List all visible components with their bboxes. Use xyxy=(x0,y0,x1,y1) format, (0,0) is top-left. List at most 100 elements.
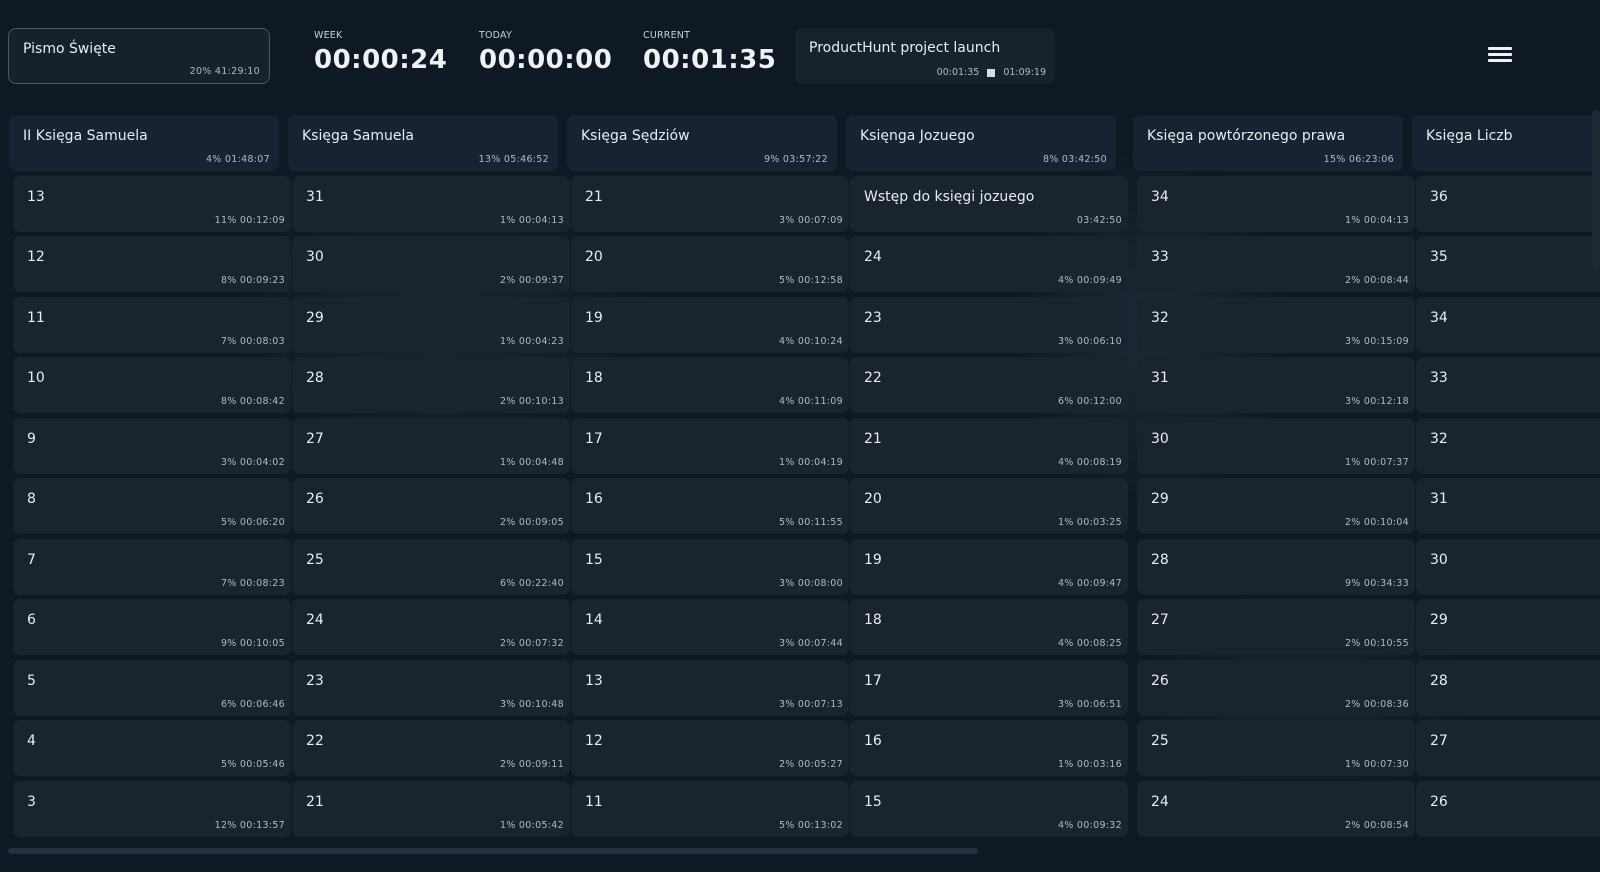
task-card[interactable]: 26 2% 00:09:05 xyxy=(292,478,570,534)
task-card[interactable]: 19 4% 00:09:47 xyxy=(850,538,1128,595)
task-card[interactable]: 35 xyxy=(1416,236,1600,292)
task-card[interactable]: 13 3% 00:07:13 xyxy=(571,659,849,716)
task-elapsed: 00:01:35 xyxy=(936,67,980,78)
task-card[interactable]: 18 4% 00:08:25 xyxy=(850,599,1128,655)
column-meta: 15% 06:23:06 xyxy=(1323,154,1394,165)
task-card[interactable]: 27 2% 00:10:55 xyxy=(1137,599,1415,655)
task-title: 32 xyxy=(1151,309,1169,326)
task-title: 15 xyxy=(585,551,603,568)
task-card[interactable]: 12 8% 00:09:23 xyxy=(13,236,291,292)
task-card[interactable]: 15 4% 00:09:32 xyxy=(850,780,1128,837)
current-task-card[interactable]: ProductHunt project launch 00:01:35 01:0… xyxy=(795,28,1055,84)
task-card[interactable]: 4 5% 00:05:46 xyxy=(13,720,291,776)
task-meta: 3% 00:15:09 xyxy=(1344,335,1409,347)
task-card[interactable]: 31 3% 00:12:18 xyxy=(1137,357,1415,413)
task-card[interactable]: 13 11% 00:12:09 xyxy=(13,175,291,232)
task-card[interactable]: 34 1% 00:04:13 xyxy=(1137,175,1415,232)
task-card[interactable]: 25 1% 00:07:30 xyxy=(1137,720,1415,776)
task-title: 13 xyxy=(585,672,603,689)
task-card[interactable]: 29 xyxy=(1416,599,1600,655)
column-header[interactable]: Księga Sędziów 9% 03:57:22 xyxy=(567,115,837,171)
task-meta: 2% 00:08:44 xyxy=(1344,275,1409,286)
task-card[interactable]: 12 2% 00:05:27 xyxy=(571,720,849,776)
task-card[interactable]: 11 7% 00:08:03 xyxy=(13,296,291,353)
task-card[interactable]: 30 2% 00:09:37 xyxy=(292,236,570,292)
task-title: 3 xyxy=(27,793,36,810)
stat-value: 00:01:35 xyxy=(643,45,777,75)
task-card[interactable]: 24 2% 00:08:54 xyxy=(1137,780,1415,837)
task-card[interactable]: 30 1% 00:07:37 xyxy=(1137,417,1415,474)
task-card[interactable]: 18 4% 00:11:09 xyxy=(571,357,849,413)
task-card[interactable]: 27 xyxy=(1416,720,1600,776)
task-card[interactable]: 23 3% 00:10:48 xyxy=(292,659,570,716)
task-card[interactable]: 34 xyxy=(1416,296,1600,353)
task-card[interactable]: 21 1% 00:05:42 xyxy=(292,780,570,837)
task-meta: 1% 00:07:30 xyxy=(1344,759,1409,770)
task-card[interactable]: 6 9% 00:10:05 xyxy=(13,599,291,655)
task-card[interactable]: Wstęp do księgi jozuego 03:42:50 xyxy=(850,175,1128,232)
task-card[interactable]: 33 2% 00:08:44 xyxy=(1137,236,1415,292)
task-card[interactable]: 36 xyxy=(1416,175,1600,232)
task-card[interactable]: 22 6% 00:12:00 xyxy=(850,357,1128,413)
task-card[interactable]: 5 6% 00:06:46 xyxy=(13,659,291,716)
task-card[interactable]: 17 3% 00:06:51 xyxy=(850,659,1128,716)
task-card[interactable]: 16 1% 00:03:16 xyxy=(850,720,1128,776)
task-card[interactable]: 3 12% 00:13:57 xyxy=(13,780,291,837)
task-card[interactable]: 28 2% 00:10:13 xyxy=(292,357,570,413)
task-card[interactable]: 11 5% 00:13:02 xyxy=(571,780,849,837)
task-card[interactable]: 32 xyxy=(1416,417,1600,474)
task-meta: 2% 00:07:32 xyxy=(499,638,564,649)
column-meta: 13% 05:46:52 xyxy=(478,154,549,165)
project-card[interactable]: Pismo Święte 20% 41:29:10 xyxy=(8,28,270,84)
task-card[interactable]: 28 9% 00:34:33 xyxy=(1137,538,1415,595)
task-card[interactable]: 8 5% 00:06:20 xyxy=(13,478,291,534)
column-header[interactable]: II Księga Samuela 4% 01:48:07 xyxy=(9,115,279,171)
task-card[interactable]: 7 7% 00:08:23 xyxy=(13,538,291,595)
stop-icon[interactable] xyxy=(987,68,996,77)
task-card[interactable]: 20 5% 00:12:58 xyxy=(571,236,849,292)
task-card[interactable]: 29 2% 00:10:04 xyxy=(1137,478,1415,534)
task-title: 20 xyxy=(585,249,603,265)
task-card[interactable]: 33 xyxy=(1416,357,1600,413)
task-card[interactable]: 27 1% 00:04:48 xyxy=(292,417,570,474)
column-header[interactable]: Księga Samuela 13% 05:46:52 xyxy=(288,115,558,171)
task-card[interactable]: 22 2% 00:09:11 xyxy=(292,720,570,776)
task-card[interactable]: 14 3% 00:07:44 xyxy=(571,599,849,655)
column-header[interactable]: Księnga Jozuego 8% 03:42:50 xyxy=(846,115,1116,171)
task-card[interactable]: 10 8% 00:08:42 xyxy=(13,357,291,413)
task-card[interactable]: 17 1% 00:04:19 xyxy=(571,417,849,474)
task-card[interactable]: 31 1% 00:04:13 xyxy=(292,175,570,232)
task-card[interactable]: 16 5% 00:11:55 xyxy=(571,478,849,534)
task-card[interactable]: 26 2% 00:08:36 xyxy=(1137,659,1415,716)
vertical-scrollbar[interactable] xyxy=(1592,110,1600,270)
horizontal-scrollbar[interactable] xyxy=(8,848,978,854)
task-card[interactable]: 29 1% 00:04:23 xyxy=(292,296,570,353)
stat-week: WEEK 00:00:24 xyxy=(314,30,447,75)
column-title: Księga Liczb xyxy=(1426,128,1513,144)
task-title: 19 xyxy=(585,309,603,326)
task-card[interactable]: 31 xyxy=(1416,478,1600,534)
task-card[interactable]: 30 xyxy=(1416,538,1600,595)
task-card[interactable]: 25 6% 00:22:40 xyxy=(292,538,570,595)
task-card[interactable]: 21 4% 00:08:19 xyxy=(850,417,1128,474)
hamburger-menu-icon[interactable] xyxy=(1488,47,1512,65)
stat-current: CURRENT 00:01:35 xyxy=(643,30,776,75)
stat-value: 00:00:00 xyxy=(479,45,613,75)
task-meta: 5% 00:12:58 xyxy=(778,275,843,286)
task-title: 26 xyxy=(306,491,324,507)
task-card[interactable]: 9 3% 00:04:02 xyxy=(13,417,291,474)
task-card[interactable]: 24 2% 00:07:32 xyxy=(292,599,570,655)
column-header[interactable]: Księga Liczb xyxy=(1412,115,1600,171)
task-title: 30 xyxy=(306,249,324,265)
task-card[interactable]: 26 xyxy=(1416,780,1600,837)
task-card[interactable]: 15 3% 00:08:00 xyxy=(571,538,849,595)
task-card[interactable]: 32 3% 00:15:09 xyxy=(1137,296,1415,353)
task-card[interactable]: 21 3% 00:07:09 xyxy=(571,175,849,232)
task-card[interactable]: 20 1% 00:03:25 xyxy=(850,478,1128,534)
task-card[interactable]: 24 4% 00:09:49 xyxy=(850,236,1128,292)
column-header[interactable]: Księga powtórzonego prawa 15% 06:23:06 xyxy=(1133,115,1403,171)
task-title: 21 xyxy=(864,430,882,447)
task-card[interactable]: 23 3% 00:06:10 xyxy=(850,296,1128,353)
task-card[interactable]: 19 4% 00:10:24 xyxy=(571,296,849,353)
task-card[interactable]: 28 xyxy=(1416,659,1600,716)
